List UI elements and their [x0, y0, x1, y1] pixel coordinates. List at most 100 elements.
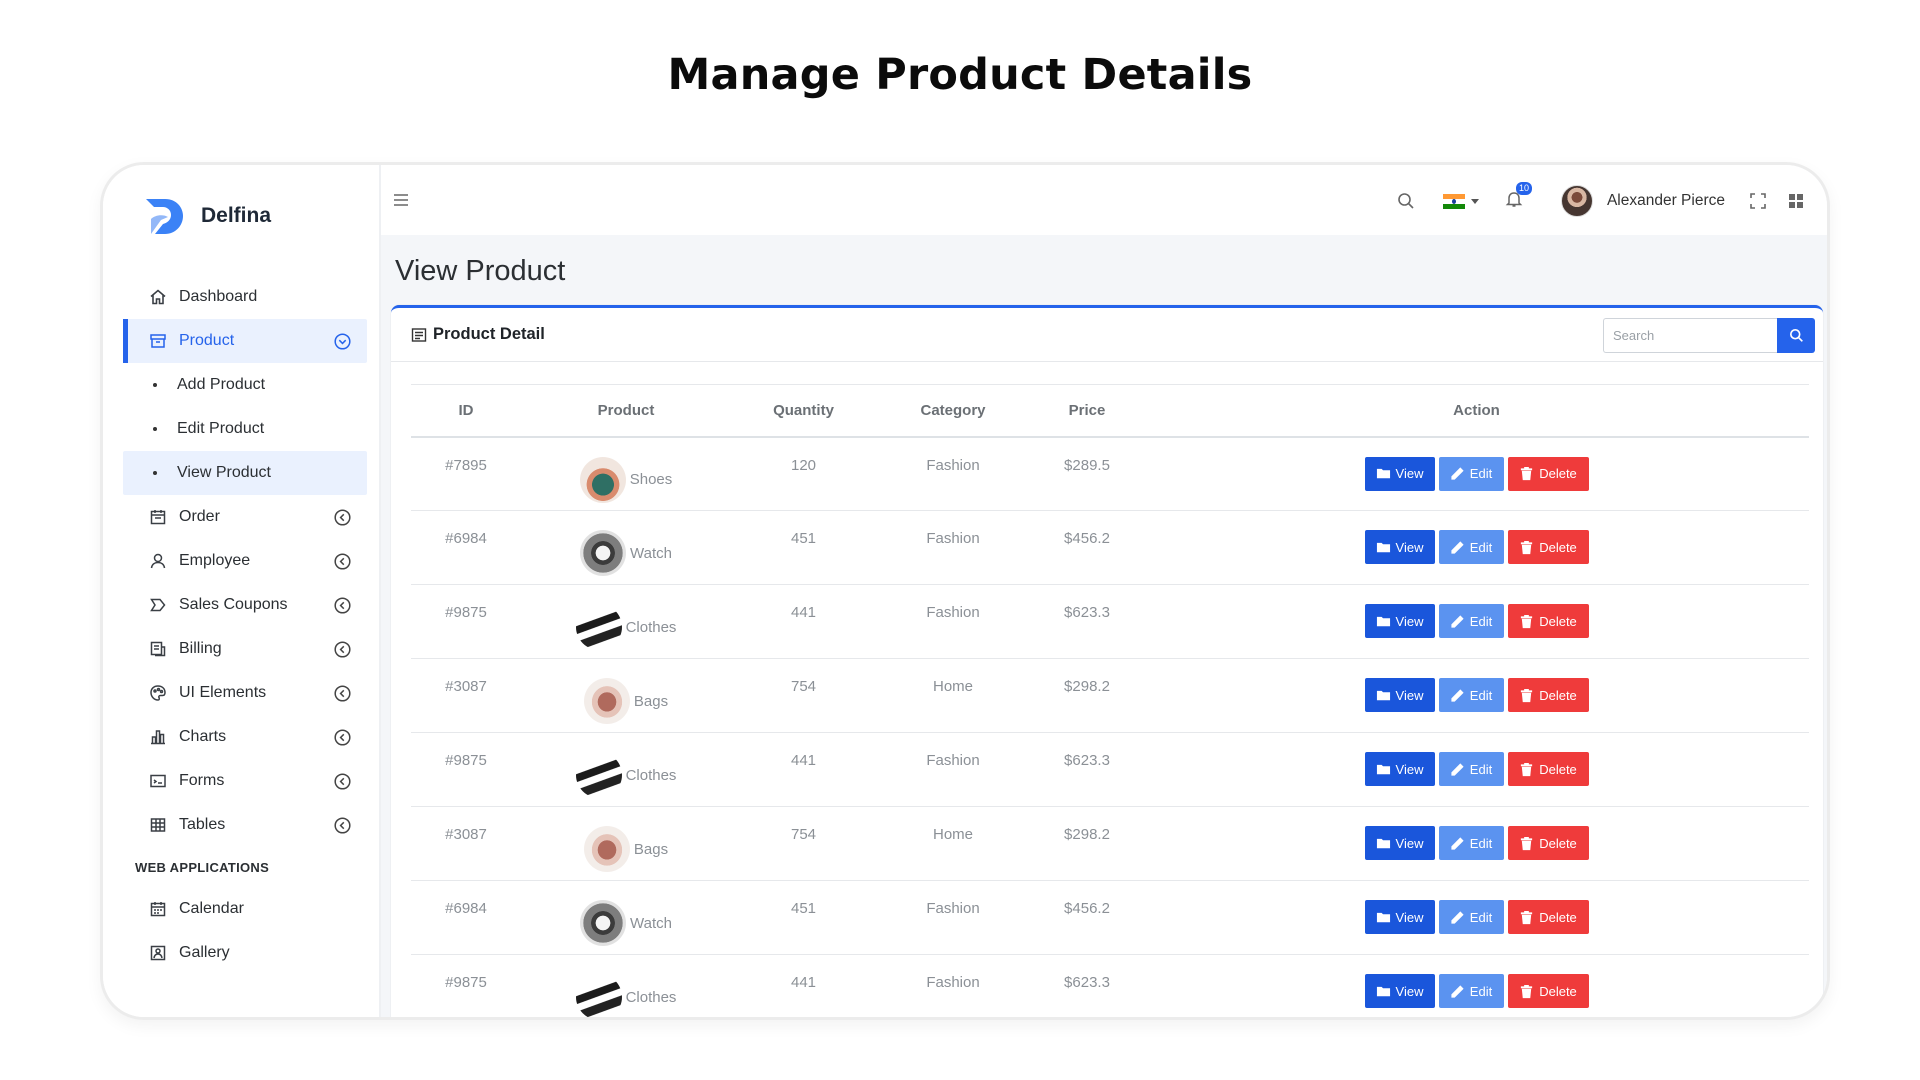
pencil-icon	[1451, 614, 1464, 628]
sidebar-subitem-add-product[interactable]: Add Product	[123, 363, 367, 407]
notifications-button[interactable]: 10	[1505, 181, 1532, 213]
cell-actions: View Edit Delete	[1144, 584, 1809, 659]
sidebar-item-billing[interactable]: Billing	[123, 627, 367, 671]
page-heading: Manage Product Details	[667, 50, 1253, 100]
sidebar-item-dashboard[interactable]: Dashboard	[123, 275, 367, 319]
sidebar-subitem-edit-product[interactable]: Edit Product	[123, 407, 367, 451]
cell-id: #6984	[411, 510, 521, 585]
table-row: #3087 Bags 754 Home $298.2 View Edit Del…	[411, 658, 1809, 733]
view-button[interactable]: View	[1364, 604, 1435, 638]
delete-button[interactable]: Delete	[1507, 678, 1589, 712]
delete-button[interactable]: Delete	[1507, 974, 1589, 1008]
chevron-left-circle-icon	[334, 773, 351, 790]
trash-icon	[1521, 688, 1533, 702]
sidebar-item-ui-elements[interactable]: UI Elements	[123, 671, 367, 715]
edit-label: Edit	[1469, 539, 1493, 555]
folder-icon	[1376, 690, 1390, 700]
user-name[interactable]: Alexander Pierce	[1607, 192, 1725, 210]
edit-button[interactable]: Edit	[1438, 900, 1504, 934]
language-selector[interactable]	[1442, 193, 1479, 209]
cell-category: Fashion	[876, 954, 1030, 1017]
delete-button[interactable]: Delete	[1507, 604, 1589, 638]
sidebar-item-forms[interactable]: Forms	[123, 759, 367, 803]
pencil-icon	[1451, 910, 1464, 924]
delete-label: Delete	[1539, 983, 1577, 999]
fullscreen-icon[interactable]	[1749, 192, 1767, 210]
delete-button[interactable]: Delete	[1507, 900, 1589, 934]
search-button[interactable]	[1777, 318, 1815, 353]
view-label: View	[1395, 835, 1424, 851]
cell-quantity: 451	[731, 510, 876, 585]
view-button[interactable]: View	[1364, 900, 1435, 934]
table-row: #9875 Clothes 441 Fashion $623.3 View Ed…	[411, 584, 1809, 659]
sidebar-item-label: Order	[179, 508, 220, 525]
cell-quantity: 120	[731, 436, 876, 511]
edit-button[interactable]: Edit	[1438, 456, 1504, 491]
sidebar-nav: Dashboard Product Add Product Edit Produ…	[123, 275, 367, 975]
sidebar-item-label: View Product	[177, 464, 271, 481]
cell-id: #9875	[411, 954, 521, 1017]
watch-product-thumbnail	[580, 530, 627, 576]
delete-button[interactable]: Delete	[1507, 456, 1589, 491]
view-button[interactable]: View	[1364, 530, 1435, 564]
sidebar-item-calendar[interactable]: Calendar	[123, 887, 367, 931]
sidebar-item-tables[interactable]: Tables	[123, 803, 367, 847]
row-actions: View Edit Delete	[1364, 678, 1589, 712]
edit-button[interactable]: Edit	[1438, 974, 1504, 1008]
product-detail-card: Product Detail ID Product Quantity Categ…	[391, 305, 1823, 1017]
edit-label: Edit	[1469, 983, 1493, 999]
column-header-action: Action	[1144, 384, 1809, 438]
pencil-icon	[1451, 836, 1464, 850]
avatar[interactable]	[1560, 185, 1593, 217]
product-name: Watch	[630, 914, 672, 932]
product-info: Clothes	[575, 974, 677, 1017]
sidebar-section-heading: WEB APPLICATIONS	[135, 859, 270, 875]
sidebar-item-sales-coupons[interactable]: Sales Coupons	[123, 583, 367, 627]
edit-button[interactable]: Edit	[1438, 604, 1504, 638]
cell-actions: View Edit Delete	[1144, 732, 1809, 807]
hamburger-menu-icon[interactable]	[393, 193, 409, 207]
delete-button[interactable]: Delete	[1507, 530, 1589, 564]
edit-label: Edit	[1469, 687, 1493, 703]
sidebar-item-employee[interactable]: Employee	[123, 539, 367, 583]
sidebar-item-label: Dashboard	[179, 288, 258, 305]
view-button[interactable]: View	[1364, 974, 1435, 1008]
bags-product-thumbnail	[583, 826, 630, 872]
row-actions: View Edit Delete	[1364, 974, 1589, 1008]
sidebar-subitem-view-product[interactable]: View Product	[123, 451, 367, 495]
product-info: Clothes	[575, 604, 676, 650]
view-button[interactable]: View	[1364, 752, 1435, 786]
delete-button[interactable]: Delete	[1507, 826, 1589, 860]
sidebar-item-label: Gallery	[179, 944, 230, 961]
edit-button[interactable]: Edit	[1438, 826, 1504, 860]
view-button[interactable]: View	[1364, 678, 1435, 712]
topbar: 10 Alexander Pierce	[381, 165, 1827, 235]
cell-price: $456.2	[1030, 880, 1144, 955]
cell-product: Clothes	[521, 732, 731, 807]
edit-button[interactable]: Edit	[1438, 752, 1504, 786]
edit-button[interactable]: Edit	[1438, 530, 1504, 564]
cell-category: Home	[876, 658, 1030, 733]
sidebar-item-label: Add Product	[177, 376, 266, 393]
view-button[interactable]: View	[1364, 456, 1435, 491]
delete-button[interactable]: Delete	[1507, 752, 1589, 786]
apps-grid-icon[interactable]	[1787, 192, 1805, 210]
sidebar-item-label: Sales Coupons	[179, 596, 288, 613]
search-icon[interactable]	[1397, 192, 1415, 210]
cell-category: Fashion	[876, 510, 1030, 585]
brand[interactable]: Delfina	[141, 193, 271, 239]
row-actions: View Edit Delete	[1364, 752, 1589, 786]
sidebar-item-order[interactable]: Order	[123, 495, 367, 539]
chevron-left-circle-icon	[334, 817, 351, 834]
search-input[interactable]	[1603, 318, 1777, 353]
sidebar-item-charts[interactable]: Charts	[123, 715, 367, 759]
sidebar-item-label: Product	[179, 332, 235, 349]
sidebar-item-label: Charts	[179, 728, 227, 745]
pencil-icon	[1451, 467, 1464, 480]
sidebar-item-gallery[interactable]: Gallery	[123, 931, 367, 975]
edit-button[interactable]: Edit	[1438, 678, 1504, 712]
view-button[interactable]: View	[1364, 826, 1435, 860]
sidebar-item-product[interactable]: Product	[123, 319, 367, 363]
cell-id: #3087	[411, 806, 521, 881]
product-name: Clothes	[625, 988, 677, 1006]
